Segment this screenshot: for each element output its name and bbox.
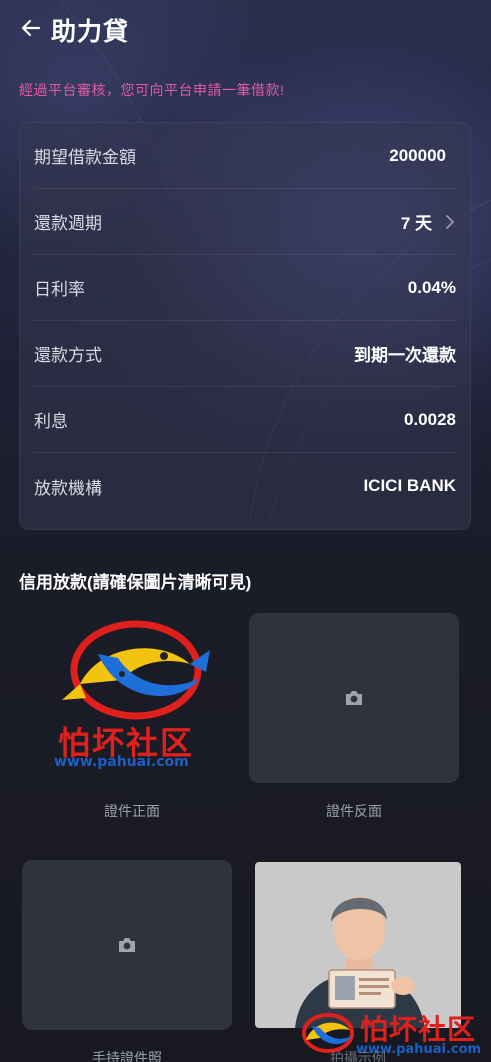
caption-id-front: 證件正面 <box>104 803 160 819</box>
hand-held-upload[interactable] <box>22 860 232 1030</box>
row-label: 利息 <box>34 412 68 431</box>
row-value: ICICI BANK <box>363 476 456 495</box>
id-front-upload[interactable]: 怕坏社区 www.pahuai.com <box>40 614 224 780</box>
id-back-upload[interactable] <box>249 613 459 783</box>
page-title: 助力貸 <box>51 18 130 46</box>
section-title: 信用放款(請確保圖片清晰可見) <box>19 573 252 592</box>
row-value: 到期一次還款 <box>354 346 456 365</box>
row-amount: 期望借款金額 200000 <box>34 123 456 189</box>
row-label: 期望借款金額 <box>34 148 136 167</box>
period-value: 7 天 <box>400 214 432 233</box>
caption-id-back: 證件反面 <box>326 803 382 819</box>
row-value: 7 天 <box>401 209 456 234</box>
caption-hand-held: 手持證件照 <box>92 1050 162 1062</box>
row-value: 0.04% <box>407 277 456 297</box>
notice-text: 經過平台審核，您可向平台申請一筆借款! <box>19 82 285 98</box>
row-label: 日利率 <box>34 280 85 299</box>
watermark-url: www.pahuai.com <box>54 754 189 770</box>
camera-icon <box>346 691 362 705</box>
sample-photo <box>255 862 461 1028</box>
caption-sample: 拍攝示例 <box>330 1050 386 1062</box>
row-repayment-period[interactable]: 還款週期 7 天 <box>34 189 456 255</box>
app-header: 助力貸 <box>0 0 491 58</box>
arrow-left-icon[interactable] <box>20 17 42 39</box>
row-value: 200000 <box>389 145 446 165</box>
chevron-right-icon <box>446 214 454 229</box>
row-interest: 利息 0.0028 <box>34 387 456 453</box>
row-daily-rate: 日利率 0.04% <box>34 255 456 321</box>
fish-logo-icon <box>62 620 210 720</box>
row-label: 還款方式 <box>34 346 102 365</box>
row-value: 0.0028 <box>404 409 456 429</box>
person-holding-id-icon <box>295 896 425 1028</box>
row-label: 還款週期 <box>34 214 102 233</box>
row-label: 放款機構 <box>34 478 102 498</box>
loan-details-card: 期望借款金額 200000 還款週期 7 天 日利率 0.04% 還款方式 到期… <box>19 122 471 530</box>
camera-icon <box>119 938 135 952</box>
upload-box <box>249 613 459 783</box>
row-lender: 放款機構 ICICI BANK <box>34 453 456 519</box>
upload-box <box>22 860 232 1030</box>
row-repayment-method: 還款方式 到期一次還款 <box>34 321 456 387</box>
